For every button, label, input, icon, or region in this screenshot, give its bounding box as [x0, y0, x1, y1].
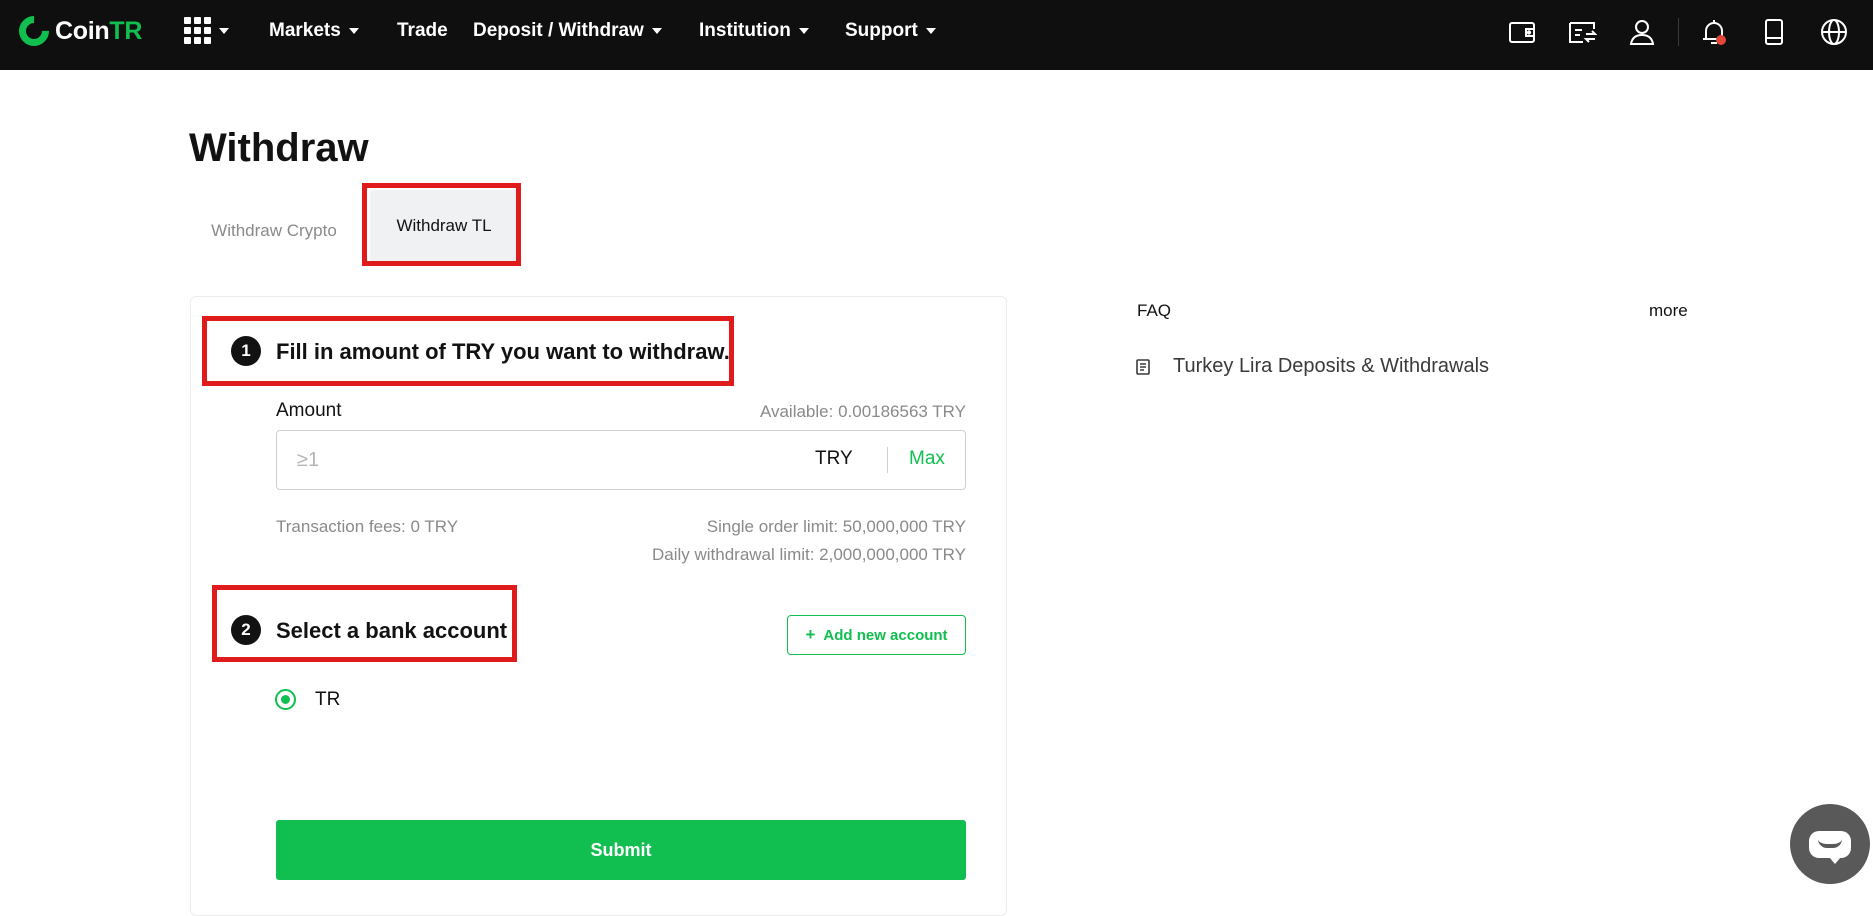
apps-menu[interactable]: [184, 17, 229, 44]
page-title: Withdraw: [189, 126, 369, 170]
faq-title: FAQ: [1137, 301, 1172, 320]
transaction-fee: Transaction fees: 0 TRY: [276, 517, 459, 536]
amount-field: TRY Max: [276, 430, 966, 490]
orders-icon[interactable]: [1567, 17, 1598, 47]
apps-grid-icon: [184, 17, 211, 44]
faq-item-label: Turkey Lira Deposits & Withdrawals: [1173, 355, 1490, 377]
nav-deposit-withdraw-label: Deposit / Withdraw: [473, 20, 644, 41]
nav-markets[interactable]: Markets: [269, 20, 359, 42]
chevron-down-icon: [798, 28, 809, 34]
tab-withdraw-tl[interactable]: Withdraw TL: [370, 190, 518, 262]
cointr-logo[interactable]: CoinTR: [12, 9, 143, 53]
step-2-badge: 2: [231, 615, 261, 645]
single-order-limit: Single order limit: 50,000,000 TRY: [706, 517, 966, 536]
max-button[interactable]: Max: [909, 448, 945, 470]
user-icon[interactable]: [1627, 17, 1657, 47]
nav-markets-label: Markets: [269, 20, 341, 41]
nav-institution-label: Institution: [699, 20, 791, 41]
chat-icon: [1809, 830, 1851, 864]
bell-icon[interactable]: [1699, 17, 1729, 47]
nav-trade[interactable]: Trade: [397, 20, 448, 42]
nav-deposit-withdraw[interactable]: Deposit / Withdraw: [473, 20, 662, 42]
nav-institution[interactable]: Institution: [699, 20, 809, 42]
top-navbar: CoinTR Markets Trade Deposit / Withdraw …: [0, 0, 1873, 70]
mobile-icon[interactable]: [1759, 17, 1789, 47]
document-icon: [1136, 358, 1150, 375]
nav-support-label: Support: [845, 20, 918, 41]
tab-withdraw-crypto[interactable]: Withdraw Crypto: [189, 208, 359, 254]
amount-label: Amount: [276, 400, 342, 421]
available-balance: Available: 0.00186563 TRY: [759, 402, 966, 421]
chevron-down-icon: [651, 28, 662, 34]
globe-icon[interactable]: [1819, 17, 1849, 47]
add-new-account-label: Add new account: [823, 626, 948, 644]
step-1-badge: 1: [231, 336, 261, 366]
nav-support[interactable]: Support: [845, 20, 936, 42]
step-2-title: Select a bank account: [276, 618, 508, 643]
chat-support-button[interactable]: [1790, 804, 1870, 884]
chevron-down-icon: [348, 28, 359, 34]
submit-button[interactable]: Submit: [276, 820, 966, 880]
logo-mark-icon: [12, 9, 56, 53]
chevron-down-icon: [219, 27, 229, 34]
step-1-title: Fill in amount of TRY you want to withdr…: [276, 339, 730, 364]
add-new-account-button[interactable]: + Add new account: [787, 615, 966, 655]
input-divider: [887, 447, 888, 473]
currency-unit: TRY: [815, 448, 853, 469]
chevron-down-icon: [925, 28, 936, 34]
nav-trade-label: Trade: [397, 20, 448, 41]
bank-account-radio[interactable]: [275, 689, 296, 710]
plus-icon: +: [805, 625, 816, 644]
faq-more-link[interactable]: more: [1649, 301, 1688, 321]
nav-divider: [1678, 18, 1679, 46]
amount-input[interactable]: [277, 431, 777, 489]
wallet-icon[interactable]: [1507, 17, 1537, 47]
daily-withdrawal-limit: Daily withdrawal limit: 2,000,000,000 TR…: [651, 545, 966, 564]
logo-text: CoinTR: [55, 16, 143, 45]
bank-account-label: TR: [315, 689, 341, 710]
faq-item[interactable]: Turkey Lira Deposits & Withdrawals: [1136, 355, 1489, 378]
